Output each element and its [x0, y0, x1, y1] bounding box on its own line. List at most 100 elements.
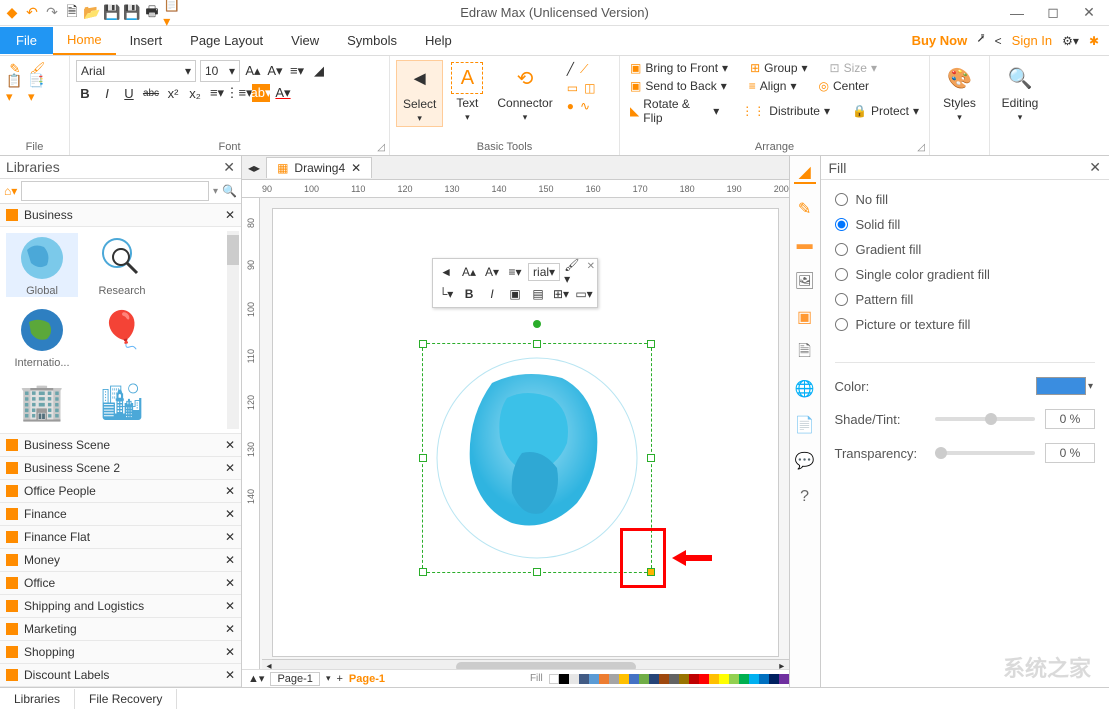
category-office[interactable]: Office✕ — [0, 572, 241, 595]
fill-option-gradient-fill[interactable]: Gradient fill — [835, 242, 1096, 257]
resize-handle-mr[interactable] — [647, 454, 655, 462]
group-button[interactable]: ⊞Group▾ — [746, 60, 811, 76]
help-icon[interactable]: ? — [794, 486, 816, 508]
fill-tool-icon[interactable]: ◢ — [794, 162, 816, 184]
category-close-icon[interactable]: ✕ — [225, 622, 235, 636]
ft-pointer-icon[interactable]: ◄ — [436, 262, 456, 282]
category-business[interactable]: Business ✕ — [0, 204, 241, 227]
doc-tab-close-icon[interactable]: ✕ — [351, 161, 361, 175]
fill-option-picture-or-texture-fill[interactable]: Picture or texture fill — [835, 317, 1096, 332]
tab-home[interactable]: Home — [53, 26, 116, 55]
tab-help[interactable]: Help — [411, 27, 466, 54]
export-icon[interactable]: 📋▾ — [164, 5, 180, 21]
rect-tool[interactable]: ▭ — [567, 81, 578, 95]
tab-nav-left[interactable]: ◂▸ — [242, 161, 266, 175]
transparency-value-input[interactable]: 0 % — [1045, 443, 1095, 463]
category-finance[interactable]: Finance✕ — [0, 503, 241, 526]
category-money[interactable]: Money✕ — [0, 549, 241, 572]
category-office-people[interactable]: Office People✕ — [0, 480, 241, 503]
save-icon[interactable]: 💾 — [104, 5, 120, 21]
libraries-search-input[interactable] — [21, 181, 209, 201]
lib-home-icon[interactable]: ⌂▾ — [4, 184, 17, 198]
transparency-slider[interactable] — [935, 451, 1036, 455]
superscript-icon[interactable]: x² — [164, 84, 182, 102]
close-button[interactable]: ✕ — [1077, 3, 1101, 23]
paste-icon[interactable]: 📋▾ — [6, 80, 24, 98]
ft-italic-icon[interactable]: I — [482, 284, 502, 304]
align-icon[interactable]: ≡▾ — [288, 62, 306, 80]
connector-tool[interactable]: ⟲Connector▾ — [491, 60, 558, 125]
network-icon[interactable]: < — [995, 34, 1002, 48]
redo-button[interactable]: ↷ — [44, 5, 60, 21]
resize-handle-ml[interactable] — [419, 454, 427, 462]
shape-research[interactable]: Research — [86, 233, 158, 297]
category-business-scene[interactable]: Business Scene✕ — [0, 434, 241, 457]
editing-button[interactable]: 🔍Editing▾ — [996, 60, 1044, 125]
line-spacing-icon[interactable]: ≡▾ — [208, 84, 226, 102]
shape-building1[interactable]: 🏢 — [6, 377, 78, 427]
send-to-back[interactable]: ▣Send to Back▾ — [626, 78, 731, 94]
sign-in-link[interactable]: Sign In — [1012, 33, 1052, 48]
font-name-combo[interactable]: Arial▾ — [76, 60, 196, 82]
share-icon[interactable]: ⭷ — [977, 30, 984, 51]
underline-button[interactable]: U — [120, 84, 138, 102]
shape-building2[interactable]: 🏙 — [86, 377, 158, 427]
globe-shape[interactable] — [423, 344, 651, 572]
category-close-icon[interactable]: ✕ — [225, 599, 235, 613]
category-finance-flat[interactable]: Finance Flat✕ — [0, 526, 241, 549]
tab-insert[interactable]: Insert — [116, 27, 177, 54]
buy-now-link[interactable]: Buy Now — [912, 33, 968, 48]
maximize-button[interactable]: ◻ — [1041, 3, 1065, 23]
canvas[interactable]: 8090100110120130140 ✕ ◄ A▴ A▾ ≡▾ rial▾ 🖌… — [242, 198, 789, 687]
search-icon[interactable]: 🔍 — [222, 184, 237, 198]
web-icon[interactable]: 🌐 — [794, 378, 816, 400]
shape-balloon[interactable]: 🎈 — [86, 305, 158, 369]
resize-handle-tr[interactable] — [647, 340, 655, 348]
shrink-font-icon[interactable]: A▾ — [266, 62, 284, 80]
comment-icon[interactable]: 💬 — [794, 450, 816, 472]
new-doc-icon[interactable]: 🗎 — [64, 5, 80, 21]
category-business-scene-2[interactable]: Business Scene 2✕ — [0, 457, 241, 480]
category-close-icon[interactable]: ✕ — [225, 668, 235, 682]
rect2-tool[interactable]: ◫ — [584, 81, 595, 95]
fill-option-solid-fill[interactable]: Solid fill — [835, 217, 1096, 232]
arc-tool[interactable]: ⟋ — [580, 62, 588, 77]
align-button[interactable]: ≡Align▾ — [745, 78, 801, 94]
page-tab-1[interactable]: Page-1 — [270, 672, 319, 686]
bullets-icon[interactable]: ⋮≡▾ — [230, 84, 248, 102]
page-tab-1-preview[interactable]: Page-1 — [349, 673, 385, 685]
category-shopping[interactable]: Shopping✕ — [0, 641, 241, 664]
file-menu[interactable]: File — [0, 27, 53, 54]
fill-option-no-fill[interactable]: No fill — [835, 192, 1096, 207]
styles-button[interactable]: 🎨Styles▾ — [936, 60, 983, 125]
fill-option-single-color-gradient-fill[interactable]: Single color gradient fill — [835, 267, 1096, 282]
ft-bold-icon[interactable]: B — [459, 284, 479, 304]
ft-connector-icon[interactable]: └▾ — [436, 284, 456, 304]
undo-button[interactable]: ↶ — [24, 5, 40, 21]
rotate-flip[interactable]: ◣Rotate & Flip▾ — [626, 96, 723, 126]
protect-button[interactable]: 🔒Protect▾ — [848, 103, 923, 119]
doc-icon2[interactable]: 📄 — [794, 414, 816, 436]
ft-align-icon[interactable]: ≡▾ — [505, 262, 525, 282]
category-close-icon[interactable]: ✕ — [225, 553, 235, 567]
font-size-combo[interactable]: 10▾ — [200, 60, 240, 82]
shade-slider[interactable] — [935, 417, 1036, 421]
ft-font-combo[interactable]: rial▾ — [528, 263, 560, 281]
tab-view[interactable]: View — [277, 27, 333, 54]
copy-icon[interactable]: 📑▾ — [28, 80, 46, 98]
size-button[interactable]: ⊡Size▾ — [826, 60, 881, 76]
ft-grow-font-icon[interactable]: A▴ — [459, 262, 479, 282]
settings-icon[interactable]: ⚙▾ — [1062, 34, 1079, 48]
center-button[interactable]: ◎Center — [815, 78, 874, 94]
distribute-button[interactable]: ⋮⋮Distribute▾ — [737, 103, 834, 119]
fill-option-pattern-fill[interactable]: Pattern fill — [835, 292, 1096, 307]
minimize-button[interactable]: — — [1005, 3, 1029, 23]
color-picker[interactable] — [1036, 377, 1086, 395]
shape-selection[interactable] — [422, 343, 652, 573]
category-marketing[interactable]: Marketing✕ — [0, 618, 241, 641]
italic-button[interactable]: I — [98, 84, 116, 102]
save-all-icon[interactable]: 💾 — [124, 5, 140, 21]
category-close-icon[interactable]: ✕ — [225, 530, 235, 544]
font-dialog-launcher[interactable]: ◿ — [377, 142, 385, 153]
doc-tab-drawing4[interactable]: ▦ Drawing4 ✕ — [266, 157, 372, 178]
